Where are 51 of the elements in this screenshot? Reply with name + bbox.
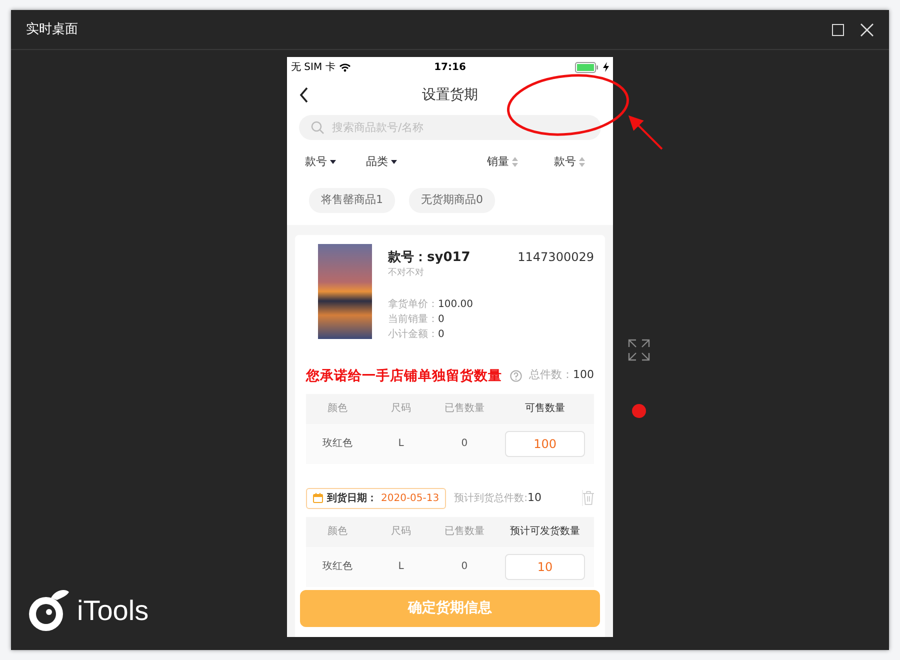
column-header: 颜色 <box>326 402 349 416</box>
arrival-total: 预计到货总件数:10 <box>454 490 542 506</box>
back-icon[interactable] <box>299 87 309 103</box>
detail-line: 当前销量：0 <box>388 312 446 326</box>
detail-line: 小计金额：0 <box>388 328 446 342</box>
total-value: 100 <box>573 367 594 384</box>
carrier-text: 无 SIM 卡 <box>291 60 336 74</box>
filter-option[interactable]: 品类 <box>366 154 397 170</box>
logo-icon <box>27 588 71 634</box>
column-header: 预计可发货数量 <box>509 524 582 540</box>
filter-chip[interactable]: 无货期商品0 <box>409 188 495 212</box>
table-cell-text: L <box>397 437 405 452</box>
column-header: 可售数量 <box>524 402 566 416</box>
filter-option[interactable]: 款号 <box>554 154 585 170</box>
commitment-title: 您承诺给一手店铺单独留货数量 <box>306 366 502 386</box>
maximize-icon[interactable] <box>832 24 844 36</box>
bolt-icon <box>603 62 609 72</box>
column-header: 尺码 <box>390 402 412 416</box>
table-cell-text: 0 <box>460 560 469 574</box>
filter-option[interactable]: 销量 <box>487 154 518 170</box>
page-title: 设置货期 <box>422 86 478 104</box>
table-cell-text: 玫红色 <box>322 437 354 452</box>
clock-time: 17:16 <box>434 60 466 74</box>
filter-option[interactable]: 款号 <box>305 154 336 170</box>
sort-icon <box>512 157 518 167</box>
table-cell-text: 0 <box>460 437 469 452</box>
battery-icon <box>575 62 599 72</box>
dropdown-caret-icon <box>391 160 397 164</box>
column-header: 尺码 <box>390 525 412 540</box>
style-number: 款号：sy017 <box>388 248 470 266</box>
table-cell-text: L <box>397 560 405 574</box>
detail-line: 拿货单价：100.00 <box>388 298 474 312</box>
expand-icon[interactable] <box>628 339 650 361</box>
annotation-arrow <box>628 114 664 150</box>
wifi-icon <box>339 62 352 72</box>
arrival-date-field[interactable]: 到货日期： 2020-05-13 <box>306 488 446 509</box>
logo-text: iTools <box>77 594 149 628</box>
calendar-icon <box>313 493 323 504</box>
filter-chip[interactable]: 将售罄商品1 <box>309 188 395 212</box>
dropdown-caret-icon <box>330 160 336 164</box>
product-code: 1147300029 <box>518 248 594 266</box>
help-icon <box>510 370 522 382</box>
close-icon[interactable] <box>860 22 874 36</box>
total-label: 总件数： <box>529 367 573 384</box>
table-cell-text: 玫红色 <box>322 560 354 574</box>
product-subtitle: 不对不对 <box>388 267 425 280</box>
column-header: 已售数量 <box>443 525 486 540</box>
window-title: 实时桌面 <box>26 20 78 39</box>
column-header: 已售数量 <box>443 402 486 416</box>
column-header: 颜色 <box>326 524 349 540</box>
sort-icon <box>579 157 585 167</box>
